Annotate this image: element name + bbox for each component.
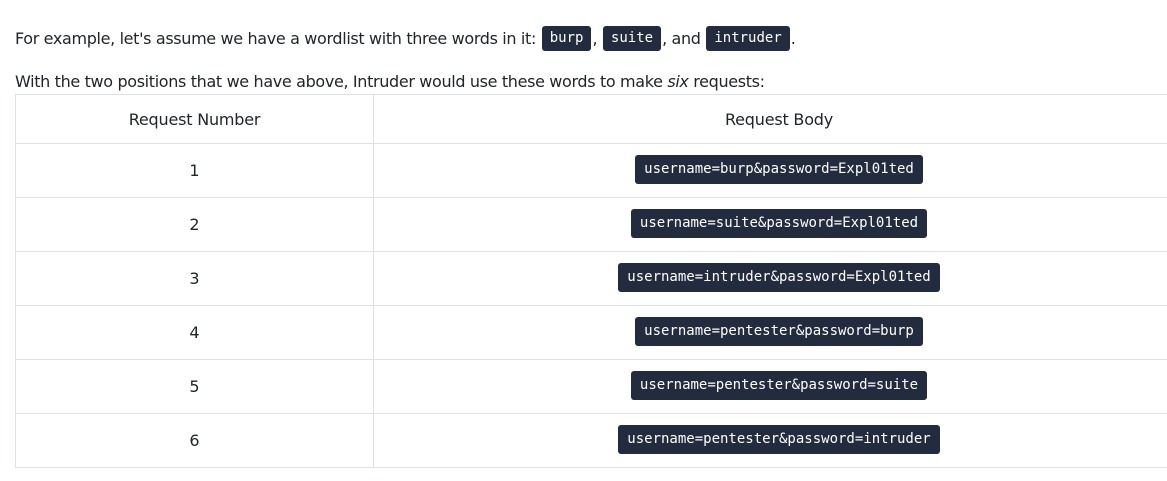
row-body-cell: username=pentester&password=burp bbox=[373, 305, 1167, 360]
request-body-code: username=pentester&password=intruder bbox=[618, 425, 940, 454]
table-row: 4 username=pentester&password=burp bbox=[15, 305, 1167, 360]
row-number: 5 bbox=[15, 359, 374, 414]
word-code-suite: suite bbox=[602, 26, 662, 51]
word-code-intruder: intruder bbox=[706, 26, 790, 51]
explain-paragraph: With the two positions that we have abov… bbox=[15, 70, 765, 94]
word-code-burp: burp bbox=[541, 26, 592, 51]
separator: , and bbox=[662, 29, 706, 48]
row-body-cell: username=suite&password=Expl01ted bbox=[373, 197, 1167, 252]
request-body-code: username=pentester&password=suite bbox=[630, 371, 928, 400]
row-number: 2 bbox=[15, 197, 374, 252]
row-number: 3 bbox=[15, 251, 374, 306]
intro-tail: . bbox=[790, 29, 796, 48]
table-row: 5 username=pentester&password=suite bbox=[15, 359, 1167, 414]
request-body-code: username=suite&password=Expl01ted bbox=[630, 209, 928, 238]
header-request-number: Request Number bbox=[15, 94, 374, 144]
row-body-cell: username=burp&password=Expl01ted bbox=[373, 143, 1167, 198]
row-body-cell: username=pentester&password=suite bbox=[373, 359, 1167, 414]
intro-paragraph: For example, let's assume we have a word… bbox=[15, 26, 796, 52]
table-header-row: Request Number Request Body bbox=[15, 94, 1167, 144]
requests-table: Request Number Request Body 1 username=b… bbox=[15, 94, 1167, 468]
table-row: 3 username=intruder&password=Expl01ted bbox=[15, 251, 1167, 306]
table-row: 1 username=burp&password=Expl01ted bbox=[15, 143, 1167, 198]
header-request-body: Request Body bbox=[373, 94, 1167, 144]
explain-after-text: requests: bbox=[688, 72, 765, 91]
row-number: 6 bbox=[15, 413, 374, 468]
row-number: 1 bbox=[15, 143, 374, 198]
request-body-code: username=burp&password=Expl01ted bbox=[635, 155, 923, 184]
table-row: 2 username=suite&password=Expl01ted bbox=[15, 197, 1167, 252]
table-body: 1 username=burp&password=Expl01ted 2 use… bbox=[15, 143, 1167, 468]
row-number: 4 bbox=[15, 305, 374, 360]
separator: , bbox=[592, 29, 602, 48]
table-row: 6 username=pentester&password=intruder bbox=[15, 413, 1167, 468]
row-body-cell: username=intruder&password=Expl01ted bbox=[373, 251, 1167, 306]
explain-before-text: With the two positions that we have abov… bbox=[15, 72, 668, 91]
request-body-code: username=intruder&password=Expl01ted bbox=[618, 263, 940, 292]
table-head: Request Number Request Body bbox=[15, 94, 1167, 144]
request-body-code: username=pentester&password=burp bbox=[635, 317, 923, 346]
row-body-cell: username=pentester&password=intruder bbox=[373, 413, 1167, 468]
intro-lead-text: For example, let's assume we have a word… bbox=[15, 29, 541, 48]
explain-emphasis: six bbox=[667, 72, 689, 91]
